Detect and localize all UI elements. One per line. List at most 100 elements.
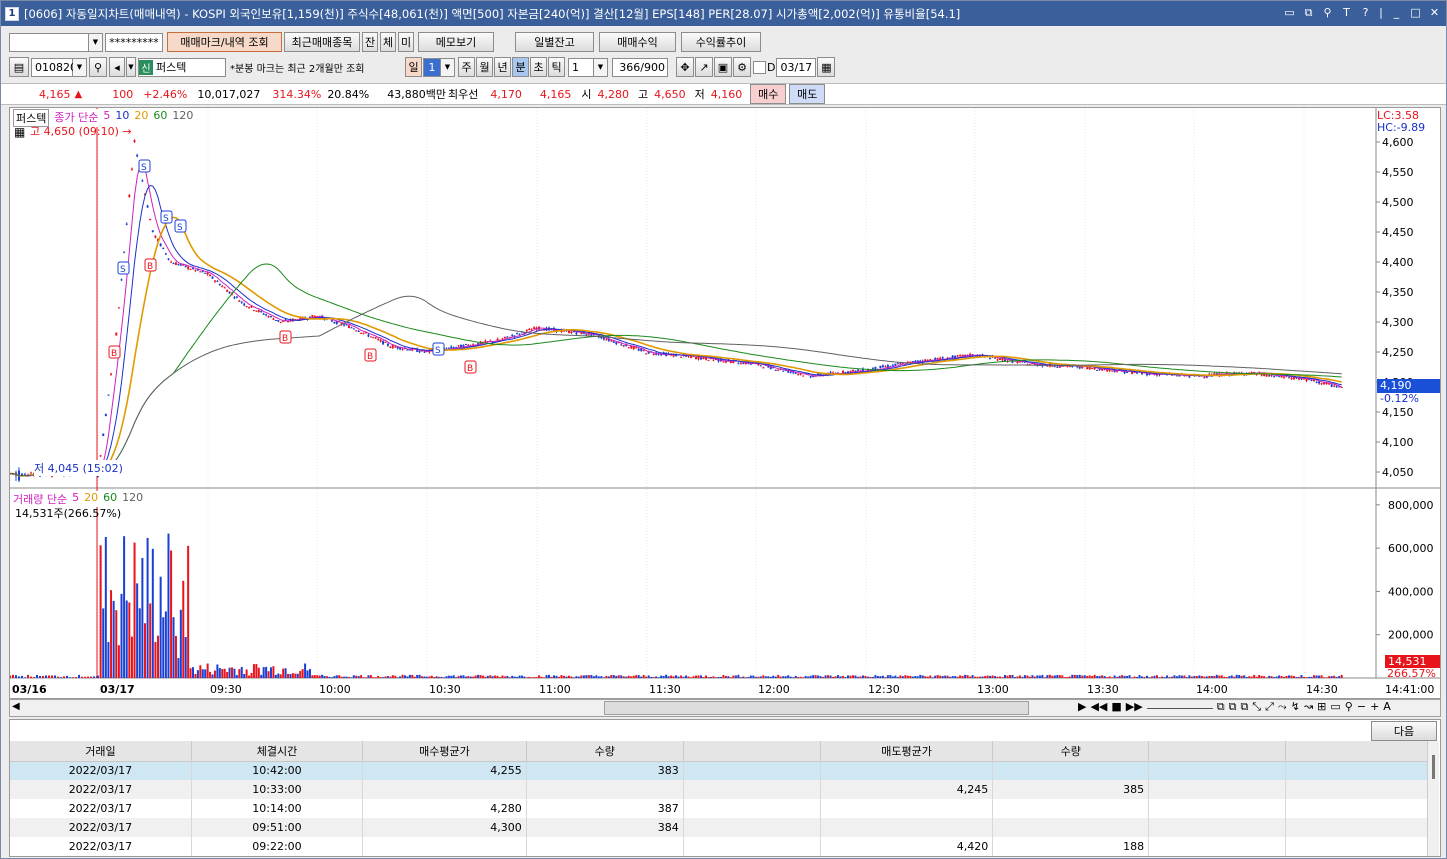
forward-icon[interactable]: ▶▶ <box>1126 700 1143 714</box>
column-header[interactable]: 매도평균가 <box>820 741 994 762</box>
tool-icon[interactable]: ⧉ <box>1240 700 1248 714</box>
password-field[interactable]: ********* <box>105 32 163 52</box>
calendar-icon[interactable]: ▦ <box>817 57 836 77</box>
volume-bar <box>318 675 321 678</box>
layout-icon[interactable]: ▭ <box>1282 5 1297 20</box>
zoom-slider[interactable] <box>1146 700 1213 709</box>
next-button[interactable]: 다음 <box>1371 721 1437 741</box>
search-icon[interactable]: ⚲ <box>89 57 107 77</box>
scroll-right-icon[interactable]: ▶ <box>1078 700 1086 714</box>
maximize-icon[interactable]: □ <box>1408 5 1423 20</box>
column-header[interactable] <box>1285 741 1430 762</box>
font-icon[interactable]: T <box>1339 5 1354 20</box>
column-header[interactable] <box>1148 741 1287 762</box>
chart-area[interactable]: 4,600 4,550 4,500 4,450 4,400 4,350 4,300 4,250… <box>9 107 1441 699</box>
period-minute-button[interactable]: 분 <box>512 57 529 77</box>
close-icon[interactable]: ✕ <box>1427 5 1442 20</box>
tool-icon[interactable]: ▭ <box>1330 700 1340 714</box>
table-row[interactable]: 2022/03/17 09:51:00 4,300 384 <box>10 818 1430 837</box>
table-row[interactable]: 2022/03/17 10:14:00 4,280 387 <box>10 799 1430 818</box>
speaker-icon[interactable]: ◂ <box>109 57 125 77</box>
bar-count-field[interactable]: 366/900 <box>612 57 668 77</box>
turnover-rate: 20.84% <box>327 87 370 101</box>
volume-bar <box>1153 675 1156 678</box>
draw-tool-icon[interactable]: ↗ <box>695 57 713 77</box>
period-week-button[interactable]: 주 <box>458 57 475 77</box>
zoom-icon[interactable]: ⚲ <box>1345 700 1353 714</box>
column-header[interactable]: 수량 <box>992 741 1150 762</box>
trade-profit-button[interactable]: 매매수익 <box>599 32 676 52</box>
date-input[interactable]: 03/17 <box>776 57 817 77</box>
volume-bar <box>842 675 845 678</box>
volume-bar <box>391 675 394 678</box>
table-scroll-thumb[interactable] <box>1432 755 1435 779</box>
table-scrollbar[interactable] <box>1427 741 1439 856</box>
candle-body <box>372 337 375 339</box>
tool-icon[interactable]: ↝ <box>1304 700 1313 714</box>
volume-bar <box>695 675 698 678</box>
pin-icon[interactable]: ⚲ <box>1320 5 1335 20</box>
rewind-icon[interactable]: ◀◀ <box>1090 700 1107 714</box>
period-second-button[interactable]: 초 <box>530 57 547 77</box>
crosshair-icon[interactable]: ✥ <box>676 57 694 77</box>
buy-button[interactable]: 매수 <box>750 84 787 104</box>
table-row[interactable]: 2022/03/17 10:42:00 4,255 383 <box>10 761 1430 780</box>
return-trend-button[interactable]: 수익률추이 <box>681 32 761 52</box>
period-year-button[interactable]: 년 <box>494 57 511 77</box>
tool-icon[interactable]: ⊞ <box>1317 700 1326 714</box>
zoom-in-icon[interactable]: + <box>1370 700 1379 714</box>
executed-button[interactable]: 체 <box>380 32 396 52</box>
tool-icon[interactable]: ⧉ <box>1217 700 1225 714</box>
account-input[interactable] <box>9 32 89 52</box>
tool-icon[interactable]: ⧉ <box>1229 700 1237 714</box>
tool-icon[interactable]: ↯ <box>1291 700 1300 714</box>
scroll-left-icon[interactable]: ◀ <box>12 701 20 712</box>
chevron-down-icon[interactable]: ▼ <box>126 57 136 77</box>
period-month-button[interactable]: 월 <box>476 57 493 77</box>
restore-icon[interactable]: ⧉ <box>1301 5 1316 20</box>
recent-trades-button[interactable]: 최근매매종목 <box>284 32 360 52</box>
scroll-thumb[interactable] <box>604 701 1029 715</box>
save-icon[interactable]: ▣ <box>714 57 732 77</box>
unexecuted-button[interactable]: 미 <box>398 32 414 52</box>
column-header[interactable]: 수량 <box>526 741 684 762</box>
chevron-down-icon[interactable]: ▼ <box>594 57 608 77</box>
tool-icon[interactable]: ⤡ <box>1252 700 1261 714</box>
menu-icon[interactable]: ▤ <box>9 57 29 77</box>
balance-button[interactable]: 잔 <box>362 32 378 52</box>
tool-icon[interactable]: ⤢ <box>1265 700 1274 714</box>
chevron-down-icon[interactable]: ▼ <box>441 57 455 77</box>
volume-bar <box>976 676 979 678</box>
chart-scrollbar[interactable]: ◀ ▶ ◀◀ ■ ▶▶ ⧉ ⧉ ⧉ ⤡ ⤢ ⤳ ↯ ↝ ⊞ ▭ ⚲ − + A <box>9 699 1441 717</box>
candle-body <box>809 376 812 378</box>
memo-button[interactable]: 메모보기 <box>418 32 494 52</box>
stock-code-input[interactable]: 010820 <box>31 57 77 77</box>
column-header[interactable]: 매수평균가 <box>362 741 527 762</box>
volume-bar <box>1313 675 1316 678</box>
calendar-icon[interactable]: ▦ <box>14 125 25 139</box>
table-row[interactable]: 2022/03/17 09:22:00 4,420 188 <box>10 837 1430 856</box>
period-day-button[interactable]: 일 <box>405 57 422 77</box>
help-icon[interactable]: ? <box>1358 5 1373 20</box>
period-value-input[interactable]: 1 <box>423 57 441 77</box>
column-header[interactable]: 체결시간 <box>191 741 364 762</box>
column-header[interactable]: 거래일 <box>10 741 192 762</box>
tool-icon[interactable]: ⤳ <box>1278 700 1287 714</box>
minimize-icon[interactable]: _ <box>1389 5 1404 20</box>
column-header[interactable] <box>683 741 821 762</box>
candle-body <box>1335 386 1338 388</box>
trade-mark-query-button[interactable]: 매매마크/내역 조회 <box>167 32 282 52</box>
interval-input[interactable]: 1 <box>568 57 594 77</box>
zoom-out-icon[interactable]: − <box>1357 700 1366 714</box>
stock-name-field[interactable]: 신 퍼스텍 <box>138 57 226 77</box>
stop-icon[interactable]: ■ <box>1111 700 1121 714</box>
font-icon[interactable]: A <box>1383 700 1391 714</box>
chevron-down-icon[interactable]: ▼ <box>89 32 103 52</box>
gear-icon[interactable]: ⚙ <box>733 57 751 77</box>
table-row[interactable]: 2022/03/17 10:33:00 4,245 385 <box>10 780 1430 799</box>
daily-balance-button[interactable]: 일별잔고 <box>515 32 594 52</box>
sell-button[interactable]: 매도 <box>789 84 826 104</box>
period-tick-button[interactable]: 틱 <box>548 57 565 77</box>
chevron-down-icon[interactable]: ▼ <box>73 57 87 77</box>
date-checkbox[interactable] <box>753 60 766 74</box>
